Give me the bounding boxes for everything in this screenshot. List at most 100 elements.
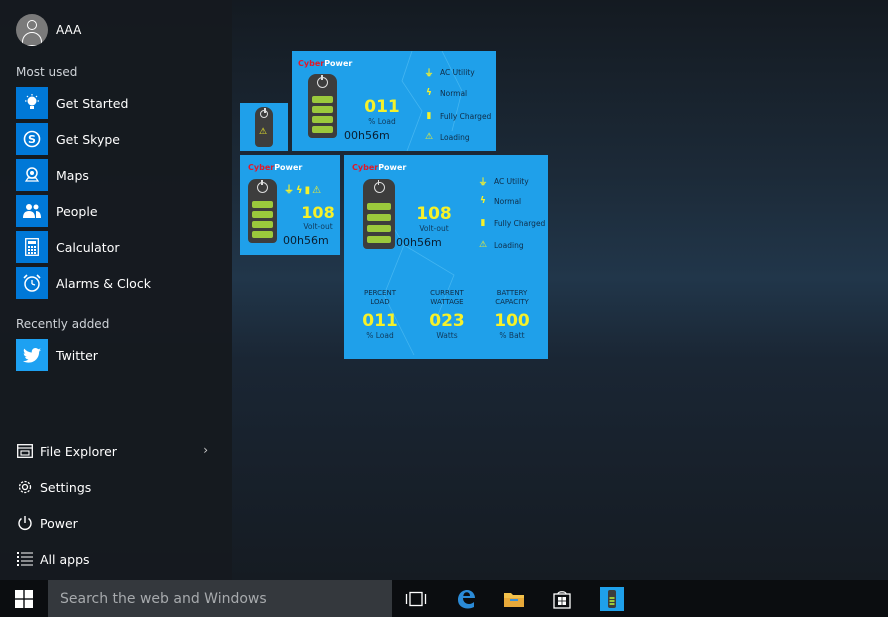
volt-caption: Volt-out (303, 222, 333, 231)
app-alarms-clock[interactable]: Alarms & Clock (16, 267, 216, 299)
gear-icon (16, 478, 34, 496)
lightbulb-icon (16, 87, 48, 119)
load-caption: % Load (368, 117, 396, 126)
status-fully-charged: ▮ Fully Charged (424, 111, 492, 121)
app-label: People (56, 203, 98, 219)
status-loading: ⚠ Loading (424, 132, 470, 142)
search-input[interactable]: Search the web and Windows (48, 580, 392, 617)
cyberpower-wide-tile[interactable]: CyberPower 011 % Load 00h56m ⏚ AC Utility… (292, 51, 496, 151)
file-explorer-icon (16, 442, 34, 460)
recently-added-heading: Recently added (16, 317, 110, 331)
edge-button[interactable] (444, 580, 488, 617)
plug-icon: ⏚ (424, 69, 434, 79)
task-view-button[interactable] (394, 580, 438, 617)
stat-unit-load: % Load (366, 331, 394, 340)
most-used-heading: Most used (16, 65, 78, 79)
edge-icon (458, 589, 475, 608)
all-apps-item[interactable]: All apps (16, 546, 216, 572)
status-loading: ⚠ Loading (478, 240, 524, 250)
battery-icon (363, 179, 395, 249)
loading-icon: ⚠ (259, 127, 268, 137)
power-item[interactable]: Power (16, 510, 216, 536)
file-explorer-item[interactable]: File Explorer › (16, 438, 216, 464)
volt-value: 108 (416, 204, 452, 224)
settings-item[interactable]: Settings (16, 474, 216, 500)
cyberpower-medium-tile[interactable]: CyberPower ⏚ϟ▮⚠ 108 Volt-out 00h56m (240, 155, 340, 255)
loading-icon: ⚠ (478, 240, 488, 250)
load-value: 011 (364, 97, 400, 117)
store-button[interactable] (540, 580, 584, 617)
battery-icon (308, 74, 337, 138)
status-fully-charged: ▮ Fully Charged (478, 218, 546, 228)
app-label: Maps (56, 167, 89, 183)
start-button[interactable] (0, 580, 48, 617)
chevron-right-icon[interactable]: › (203, 443, 208, 457)
brand-logo: CyberPower (248, 163, 303, 172)
brand-logo: CyberPower (352, 163, 407, 172)
app-maps[interactable]: Maps (16, 159, 216, 191)
lightning-icon: ϟ (480, 196, 486, 206)
battery-charged-icon: ▮ (480, 218, 486, 228)
user-account[interactable]: AAA (16, 14, 81, 46)
app-calculator[interactable]: Calculator (16, 231, 216, 263)
cyberpower-small-tile[interactable]: ⚠ (240, 103, 288, 151)
cyberpower-taskbar-button[interactable] (590, 580, 634, 617)
volt-value: 108 (301, 203, 335, 222)
svg-text:S: S (28, 133, 36, 146)
power-icon (16, 514, 34, 532)
stat-value-battery: 100 (494, 311, 530, 331)
all-apps-label: All apps (40, 551, 90, 567)
all-apps-icon (16, 550, 34, 568)
status-ac-utility: ⏚ AC Utility (424, 68, 475, 79)
app-label: Get Started (56, 95, 129, 111)
store-icon (553, 590, 571, 609)
power-label: Power (40, 515, 78, 531)
twitter-icon (16, 339, 48, 371)
start-menu: AAA Most used Get Started S Get Skype Ma… (0, 0, 232, 580)
app-label: Get Skype (56, 131, 121, 147)
settings-label: Settings (40, 479, 92, 495)
cyberpower-app-icon (600, 586, 624, 611)
battery-icon (248, 179, 277, 243)
runtime-timer: 00h56m (344, 129, 390, 142)
app-label: Alarms & Clock (56, 275, 151, 291)
maps-icon (16, 159, 48, 191)
stat-heading-percent-load: PERCENT LOAD (364, 289, 396, 306)
runtime-timer: 00h56m (283, 234, 329, 247)
plug-icon: ⏚ (478, 178, 488, 188)
status-normal: ϟ Normal (478, 196, 521, 206)
status-normal: ϟ Normal (424, 88, 467, 98)
runtime-timer: 00h56m (396, 236, 442, 249)
folder-icon (504, 592, 524, 607)
app-get-started[interactable]: Get Started (16, 87, 216, 119)
stat-value-load: 011 (362, 311, 398, 331)
brand-logo: CyberPower (298, 59, 353, 68)
stat-value-wattage: 023 (429, 311, 465, 331)
task-view-icon (405, 591, 427, 606)
app-label: Calculator (56, 239, 120, 255)
file-explorer-button[interactable] (492, 580, 536, 617)
loading-icon: ⚠ (424, 132, 434, 142)
stat-heading-current-wattage: CURRENT WATTAGE (430, 289, 464, 306)
status-ac-utility: ⏚ AC Utility (478, 177, 529, 188)
skype-icon: S (16, 123, 48, 155)
status-icons: ⏚ϟ▮⚠ (284, 185, 324, 196)
user-name: AAA (56, 23, 82, 37)
calculator-icon (16, 231, 48, 263)
file-explorer-label: File Explorer (40, 443, 117, 459)
app-label: Twitter (56, 347, 98, 363)
lightning-icon: ϟ (426, 88, 432, 98)
taskbar: Search the web and Windows (0, 580, 888, 617)
cyberpower-large-tile[interactable]: CyberPower 108 Volt-out 00h56m ⏚ AC Utili… (344, 155, 548, 359)
search-placeholder: Search the web and Windows (60, 590, 267, 607)
windows-logo-icon (15, 589, 33, 608)
app-people[interactable]: People (16, 195, 216, 227)
app-get-skype[interactable]: S Get Skype (16, 123, 216, 155)
app-twitter[interactable]: Twitter (16, 339, 216, 371)
stat-unit-battery: % Batt (499, 331, 525, 340)
battery-charged-icon: ▮ (426, 111, 432, 121)
volt-caption: Volt-out (419, 224, 449, 233)
people-icon (16, 195, 48, 227)
avatar (16, 14, 48, 46)
stat-heading-battery-capacity: BATTERY CAPACITY (495, 289, 529, 306)
